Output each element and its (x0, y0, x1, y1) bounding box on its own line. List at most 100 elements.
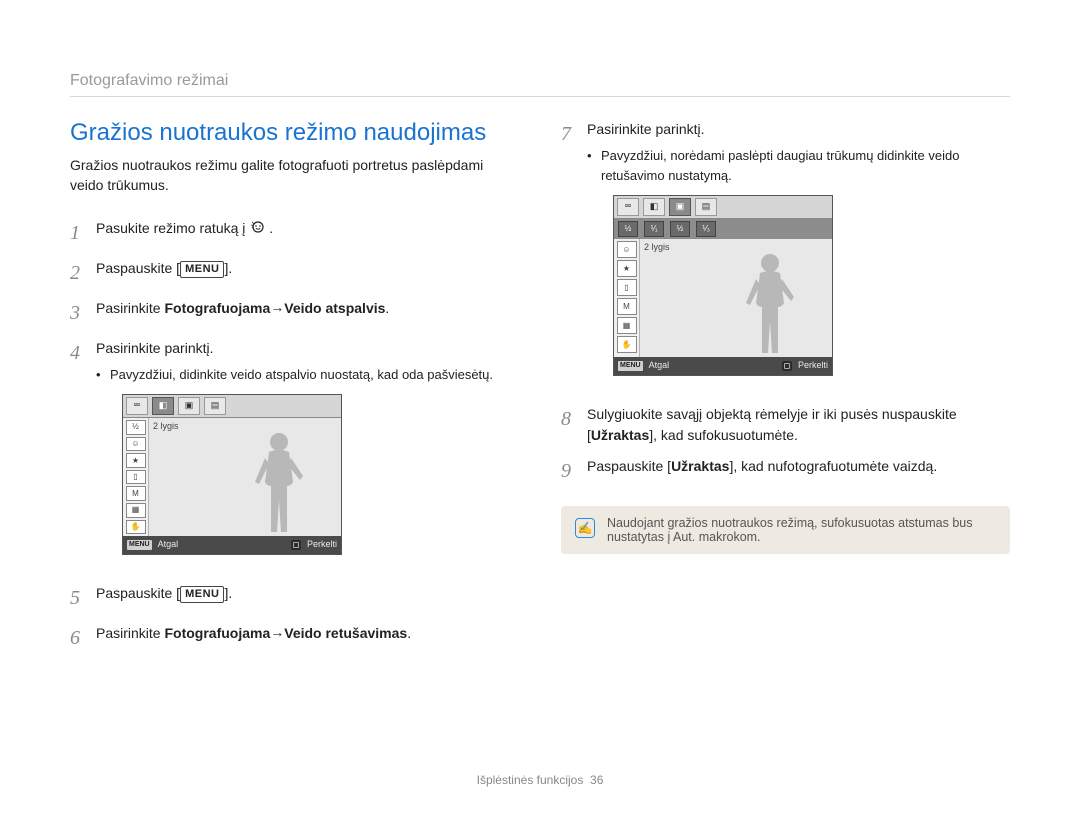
lcd-side-icon: ✋ (617, 336, 637, 353)
step-4-body: Pasirinkite parinktį. Pavyzdžiui, didink… (96, 338, 519, 573)
step-number: 8 (561, 404, 587, 434)
step-6-text: Pasirinkite Fotografuojama → Veido retuš… (96, 623, 519, 644)
note-icon: ✍ (575, 518, 595, 538)
lcd-level-label: 2 lygis (153, 420, 179, 434)
step-1-text: Pasukite režimo ratuką į . (96, 218, 519, 239)
step-number: 3 (70, 298, 96, 328)
note-callout: ✍ Naudojant gražios nuotraukos režimą, s… (561, 506, 1010, 554)
lcd-side-icon: ½ (126, 420, 146, 435)
step-9-suffix: ], kad nufotografuotumėte vaizdą. (729, 458, 937, 474)
lcd-top-tab-active: ▣ (669, 198, 691, 216)
lcd-top-tab-active: ◧ (152, 397, 174, 415)
step-number: 1 (70, 218, 96, 248)
step-3-bold-2: Veido atspalvis (284, 300, 385, 316)
step-7-sub: Pavyzdžiui, norėdami paslėpti daugiau tr… (587, 146, 1010, 185)
step-6-bold-1: Fotografuojama (164, 625, 270, 641)
lcd-side-icon: M (617, 298, 637, 315)
person-silhouette-icon (738, 249, 798, 357)
step-9-bold: Užraktas (671, 458, 729, 474)
lcd-side-icon: ▦ (617, 317, 637, 334)
lcd-side-icon: ▯ (617, 279, 637, 296)
step-number: 5 (70, 583, 96, 613)
lcd-level-label: 2 lygis (644, 241, 670, 255)
person-silhouette-icon (247, 428, 307, 536)
lcd-top-tabs: ⮹ ◧ ▣ ▤ (123, 395, 341, 418)
divider (70, 96, 1010, 97)
lcd-top-tab: ⮹ (617, 198, 639, 216)
step-6-suffix: . (407, 625, 411, 641)
menu-button-label: MENU (180, 586, 224, 603)
step-3-text: Pasirinkite Fotografuojama → Veido atspa… (96, 298, 519, 319)
section-intro: Gražios nuotraukos režimu galite fotogra… (70, 155, 519, 196)
step-number: 2 (70, 258, 96, 288)
step-8-suffix: ], kad sufokusuotumėte. (649, 427, 798, 443)
beauty-mode-icon (249, 219, 265, 235)
step-1-suffix: . (269, 220, 273, 236)
lcd-preview-face-tone: ⮹ ◧ ▣ ▤ ½ ☺ ★ ▯ (122, 394, 342, 555)
arrow-right-icon: → (270, 622, 284, 643)
lcd-side-icons: ½ ☺ ★ ▯ M ▦ ✋ (123, 418, 149, 536)
arrow-right-icon: → (270, 297, 284, 318)
lcd-side-icon: ★ (126, 453, 146, 468)
lcd-top-tab: ▤ (695, 198, 717, 216)
step-number: 9 (561, 456, 587, 486)
step-number: 4 (70, 338, 96, 368)
lcd-top-tabs: ⮹ ◧ ▣ ▤ (614, 196, 832, 219)
lcd-preview-face-retouch: ⮹ ◧ ▣ ▤ ½ ⅟₁ ½ ⅟₃ (613, 195, 833, 376)
lcd-face-row: ½ ⅟₁ ½ ⅟₃ (614, 219, 832, 239)
step-8-text: Sulygiuokite savąjį objektą rėmelyje ir … (587, 404, 1010, 446)
lcd-face-cell: ⅟₃ (696, 221, 716, 237)
page-footer: Išplėstinės funkcijos 36 (0, 773, 1080, 787)
step-7-body: Pasirinkite parinktį. Pavyzdžiui, norėda… (587, 119, 1010, 394)
lcd-footer-back: Atgal (649, 359, 670, 373)
step-2-suffix: ]. (224, 260, 232, 276)
step-7-text: Pasirinkite parinktį. (587, 121, 705, 137)
lcd-side-icon: ▯ (126, 470, 146, 485)
step-number: 6 (70, 623, 96, 653)
step-1-prefix: Pasukite režimo ratuką į (96, 220, 249, 236)
lcd-side-icons: ☺ ★ ▯ M ▦ ✋ (614, 239, 640, 357)
lcd-top-tab: ▤ (204, 397, 226, 415)
footer-page-number: 36 (590, 773, 603, 787)
lcd-face-cell: ½ (670, 221, 690, 237)
breadcrumb: Fotografavimo režimai (70, 72, 1010, 90)
note-text: Naudojant gražios nuotraukos režimą, suf… (607, 516, 996, 544)
footer-section-label: Išplėstinės funkcijos (477, 773, 584, 787)
lcd-footer-nav-icon (291, 540, 301, 550)
lcd-top-tab: ⮹ (126, 397, 148, 415)
step-9-prefix: Paspauskite [ (587, 458, 671, 474)
menu-button-label: MENU (180, 261, 224, 278)
step-3-suffix: . (385, 300, 389, 316)
lcd-side-icon: ▦ (126, 503, 146, 518)
step-5-prefix: Paspauskite [ (96, 585, 180, 601)
step-3-bold-1: Fotografuojama (164, 300, 270, 316)
lcd-top-tab: ◧ (643, 198, 665, 216)
lcd-top-tab: ▣ (178, 397, 200, 415)
step-5-suffix: ]. (224, 585, 232, 601)
step-4-text: Pasirinkite parinktį. (96, 340, 214, 356)
step-number: 7 (561, 119, 587, 149)
lcd-side-icon: ☺ (617, 241, 637, 258)
step-5-text: Paspauskite [MENU]. (96, 583, 519, 604)
step-2-prefix: Paspauskite [ (96, 260, 180, 276)
lcd-footer-menu-icon: MENU (127, 540, 152, 551)
lcd-footer-menu-icon: MENU (618, 361, 643, 372)
lcd-footer-back: Atgal (158, 538, 179, 552)
lcd-side-icon: ★ (617, 260, 637, 277)
step-6-prefix: Pasirinkite (96, 625, 164, 641)
step-4-sub: Pavyzdžiui, didinkite veido atspalvio nu… (96, 365, 519, 385)
right-column: 7 Pasirinkite parinktį. Pavyzdžiui, norė… (561, 119, 1010, 663)
step-6-bold-2: Veido retušavimas (284, 625, 407, 641)
step-2-text: Paspauskite [MENU]. (96, 258, 519, 279)
left-column: Gražios nuotraukos režimo naudojimas Gra… (70, 119, 519, 663)
step-3-prefix: Pasirinkite (96, 300, 164, 316)
lcd-footer-move: Perkelti (307, 538, 337, 552)
section-title: Gražios nuotraukos režimo naudojimas (70, 119, 519, 147)
lcd-side-icon: M (126, 486, 146, 501)
lcd-side-icon: ✋ (126, 520, 146, 535)
lcd-face-cell: ⅟₁ (644, 221, 664, 237)
lcd-footer-move: Perkelti (798, 359, 828, 373)
lcd-footer-nav-icon (782, 361, 792, 371)
step-9-text: Paspauskite [Užraktas], kad nufotografuo… (587, 456, 1010, 477)
lcd-side-icon: ☺ (126, 437, 146, 452)
